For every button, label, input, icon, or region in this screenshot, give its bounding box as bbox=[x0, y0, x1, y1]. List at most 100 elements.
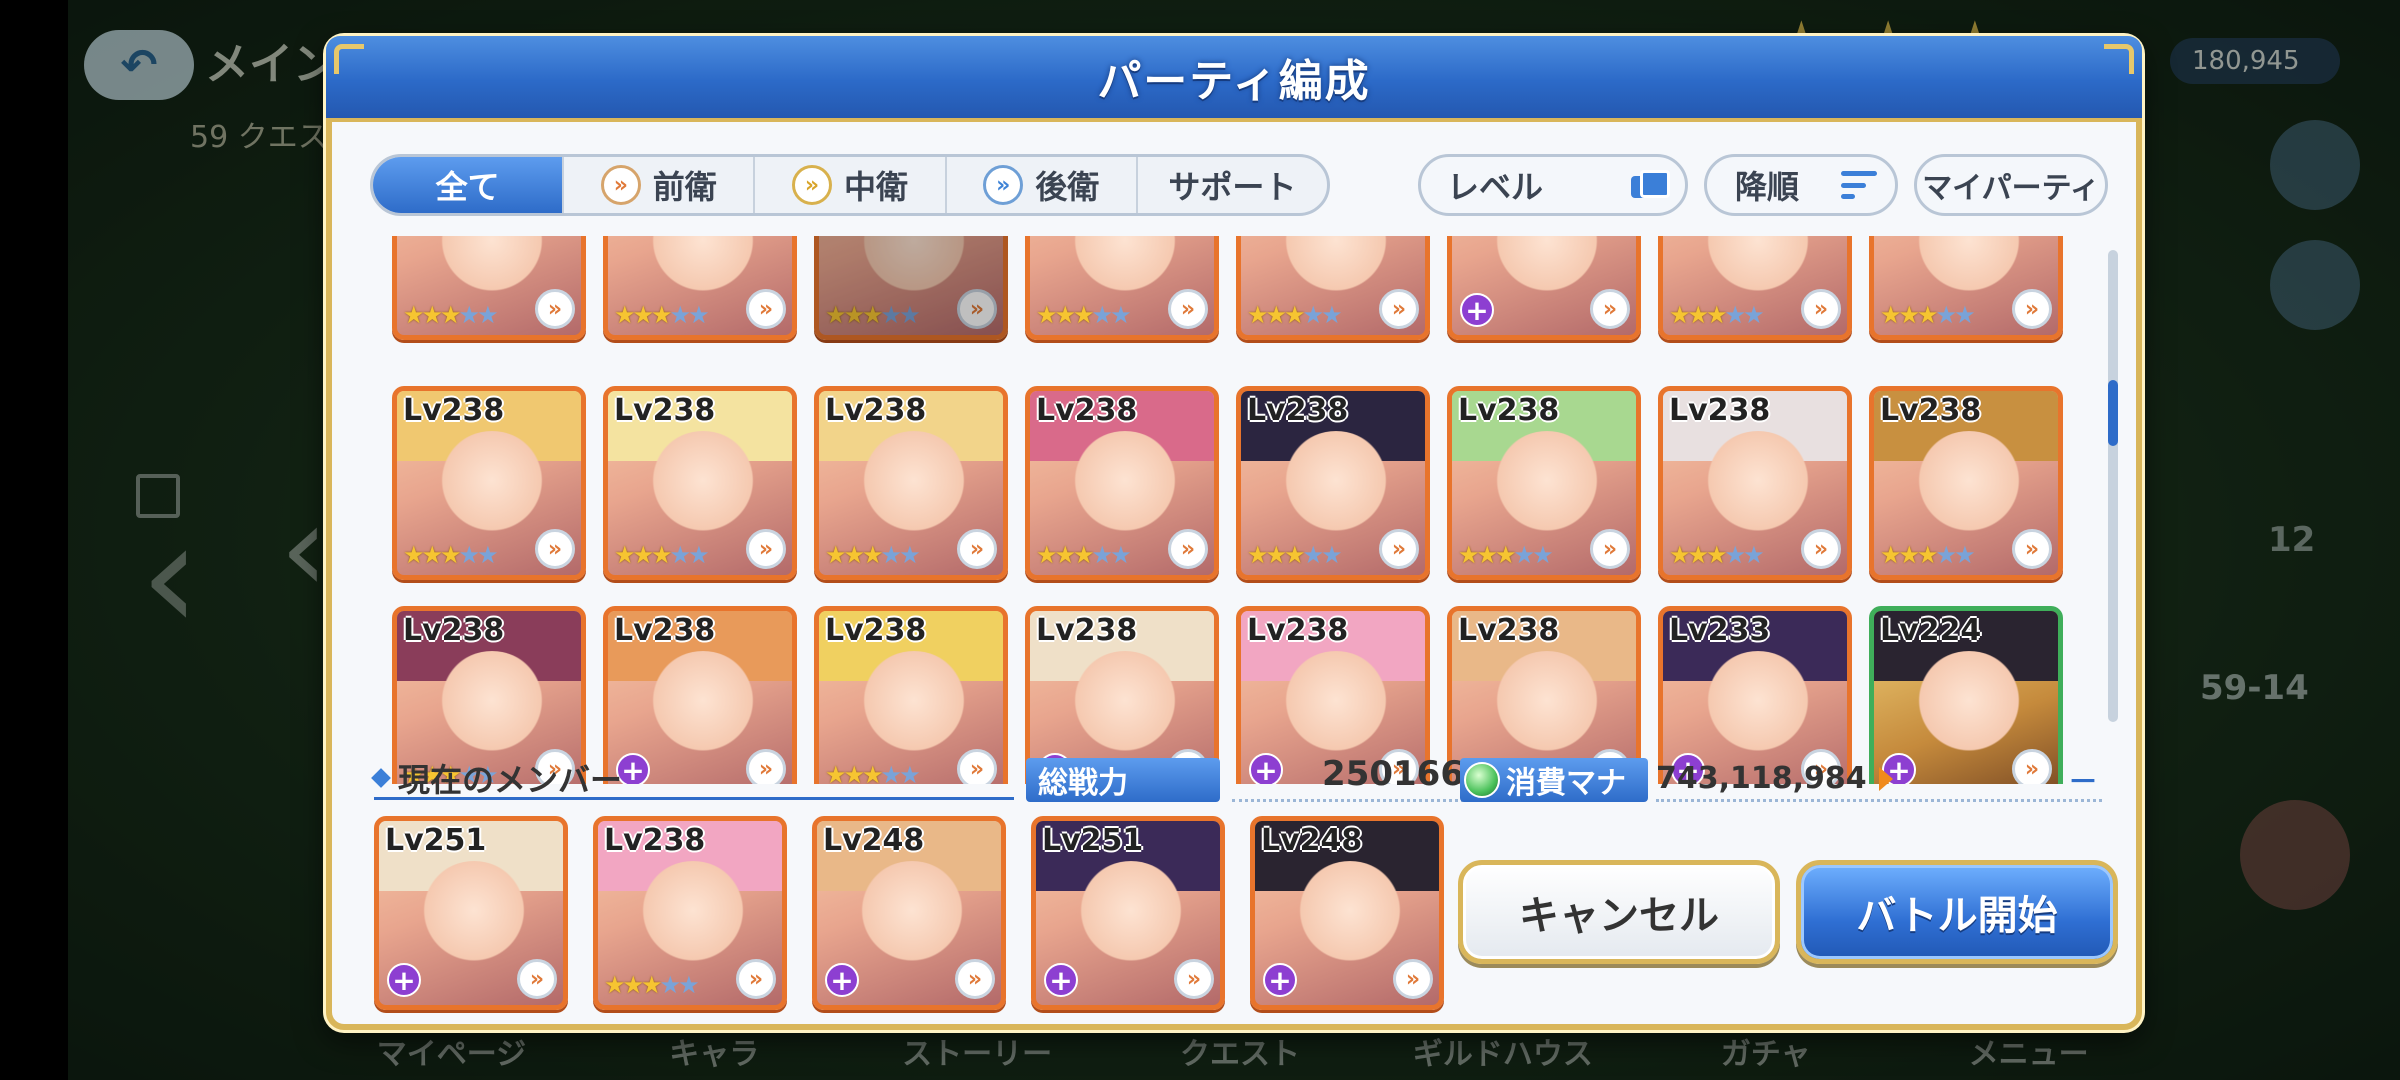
character-card[interactable]: Lv251 + » bbox=[374, 816, 568, 1010]
character-card[interactable]: Lv248 + » bbox=[812, 816, 1006, 1010]
character-portrait bbox=[437, 236, 547, 301]
corner-ornament-icon bbox=[2104, 44, 2134, 74]
position-chevron-icon: » bbox=[746, 529, 786, 569]
star-rating-icon: ★★★★★ bbox=[1880, 541, 1976, 569]
roster-scrollbar[interactable] bbox=[2108, 250, 2118, 722]
position-chevron-icon: » bbox=[1168, 289, 1208, 329]
position-chevron-icon: » bbox=[957, 529, 997, 569]
background-bottom-nav: マイページ キャラ ストーリー クエスト ギルドハウス ガチャ メニュー bbox=[320, 1030, 2160, 1080]
total-power-value: 250166 bbox=[1232, 754, 1464, 802]
diamond-bullet-icon bbox=[371, 767, 391, 788]
character-level: Lv238 bbox=[825, 613, 927, 648]
position-chevron-icon: » bbox=[746, 289, 786, 329]
back-button[interactable]: ↶ bbox=[84, 30, 194, 100]
character-portrait bbox=[1914, 651, 2024, 761]
character-level: Lv251 bbox=[1042, 823, 1144, 858]
bg-nav-item: ギルドハウス bbox=[1412, 1037, 1593, 1072]
character-level: Lv238 bbox=[1036, 393, 1138, 428]
character-card[interactable]: Lv238 ★★★★★ » bbox=[1869, 386, 2063, 580]
background-stage-label: 59-14 bbox=[2200, 668, 2309, 708]
character-portrait bbox=[859, 236, 969, 301]
star-rating-icon: ★★★★★ bbox=[1247, 301, 1343, 329]
position-chevron-icon: » bbox=[1379, 529, 1419, 569]
corner-ornament-icon bbox=[334, 44, 364, 74]
tab-middle[interactable]: » 中衛 bbox=[753, 157, 944, 213]
tab-all[interactable]: 全て bbox=[373, 157, 563, 213]
character-card[interactable]: Lv238 ★★★★★ » bbox=[392, 386, 586, 580]
cancel-label: キャンセル bbox=[1519, 893, 1719, 939]
character-card[interactable]: Lv238 ★★★★★ » bbox=[1447, 386, 1641, 580]
character-portrait bbox=[1914, 236, 2024, 301]
position-chevron-icon: » bbox=[736, 959, 776, 999]
rank-plus-icon: + bbox=[387, 963, 421, 997]
character-card[interactable]: Lv238 ★★★★★ » bbox=[1025, 386, 1219, 580]
position-chevron-icon: » bbox=[955, 959, 995, 999]
character-portrait bbox=[648, 236, 758, 301]
star-rating-icon: ★★★★★ bbox=[614, 541, 710, 569]
character-level: Lv238 bbox=[1458, 393, 1560, 428]
star-rating-icon: ★★★★★ bbox=[403, 541, 499, 569]
character-portrait bbox=[648, 431, 758, 541]
position-chevron-icon: » bbox=[957, 289, 997, 329]
position-chevron-icon: » bbox=[1393, 959, 1433, 999]
character-portrait bbox=[638, 861, 748, 971]
character-card[interactable]: ★★★★★ » bbox=[814, 236, 1008, 340]
star-rating-icon: ★★★★★ bbox=[1669, 541, 1765, 569]
character-card[interactable]: ★★★★★ » bbox=[1025, 236, 1219, 340]
character-level: Lv248 bbox=[1261, 823, 1363, 858]
background-header-title: メイン bbox=[205, 39, 337, 90]
current-member-slots: Lv251 + » Lv238 ★★★★★ » Lv248 + » Lv251 + » Lv248 + » bbox=[374, 816, 1444, 1016]
position-chevron-icon: » bbox=[1379, 289, 1419, 329]
character-card[interactable]: Lv238 ★★★★★ » bbox=[1236, 386, 1430, 580]
character-card[interactable]: Lv238 ★★★★★ » bbox=[603, 386, 797, 580]
bg-nav-item: ガチャ bbox=[1720, 1037, 1811, 1072]
position-chevron-icon: » bbox=[2012, 289, 2052, 329]
character-card[interactable]: Lv251 + » bbox=[1031, 816, 1225, 1010]
middle-position-icon: » bbox=[792, 165, 832, 205]
position-chevron-icon: » bbox=[1801, 289, 1841, 329]
character-card[interactable]: Lv248 + » bbox=[1250, 816, 1444, 1010]
character-card[interactable]: Lv238 ★★★★★ » bbox=[593, 816, 787, 1010]
back-arrow-icon: ↶ bbox=[120, 39, 158, 91]
bg-nav-item: ストーリー bbox=[902, 1037, 1053, 1072]
start-battle-button[interactable]: バトル開始 bbox=[1796, 860, 2118, 964]
mana-cost-label: 消費マナ bbox=[1506, 766, 1626, 801]
sort-key-icon bbox=[1631, 170, 1670, 200]
character-card[interactable]: ★★★★★ » bbox=[1658, 236, 1852, 340]
character-card[interactable]: ★★★★★ » bbox=[603, 236, 797, 340]
star-rating-icon: ★★★★★ bbox=[614, 301, 710, 329]
position-chevron-icon: » bbox=[1590, 289, 1630, 329]
position-chevron-icon: » bbox=[1801, 529, 1841, 569]
character-portrait bbox=[437, 431, 547, 541]
character-level: Lv238 bbox=[403, 613, 505, 648]
position-chevron-icon: » bbox=[517, 959, 557, 999]
character-level: Lv238 bbox=[1458, 613, 1560, 648]
background-stage-number: 12 bbox=[2268, 520, 2316, 560]
character-portrait bbox=[1070, 236, 1180, 301]
character-card[interactable]: +» bbox=[1447, 236, 1641, 340]
sort-level-label: レベル bbox=[1447, 168, 1544, 206]
character-portrait bbox=[1281, 431, 1391, 541]
back-position-icon: » bbox=[983, 165, 1024, 205]
sort-level-button[interactable]: レベル bbox=[1418, 154, 1688, 216]
character-card[interactable]: Lv238 ★★★★★ » bbox=[814, 386, 1008, 580]
character-portrait bbox=[1914, 431, 2024, 541]
cancel-button[interactable]: キャンセル bbox=[1458, 860, 1780, 964]
character-card[interactable]: ★★★★★ » bbox=[1869, 236, 2063, 340]
mana-arrow-icon bbox=[1878, 766, 1893, 791]
roster-scroll-thumb[interactable] bbox=[2108, 380, 2118, 446]
mana-gem-icon bbox=[1464, 762, 1500, 798]
game-screen: ↶ メイン 59 クエスト ★★★ 180,945 ‹ ‹ 12 59-14 マ… bbox=[0, 0, 2400, 1080]
character-portrait bbox=[1281, 236, 1391, 301]
character-card[interactable]: ★★★★★ » bbox=[392, 236, 586, 340]
tab-back[interactable]: » 後衛 bbox=[944, 157, 1136, 213]
tab-front[interactable]: » 前衛 bbox=[562, 157, 753, 213]
character-level: Lv238 bbox=[1880, 393, 1982, 428]
character-card[interactable]: ★★★★★ » bbox=[1236, 236, 1430, 340]
star-rating-icon: ★★★★★ bbox=[1880, 301, 1976, 329]
my-party-button[interactable]: マイパーティ bbox=[1914, 154, 2108, 216]
character-card[interactable]: Lv238 ★★★★★ » bbox=[1658, 386, 1852, 580]
sort-order-button[interactable]: 降順 bbox=[1704, 154, 1898, 216]
tab-support[interactable]: サポート bbox=[1135, 157, 1327, 213]
bg-nav-item: メニュー bbox=[1968, 1037, 2089, 1072]
